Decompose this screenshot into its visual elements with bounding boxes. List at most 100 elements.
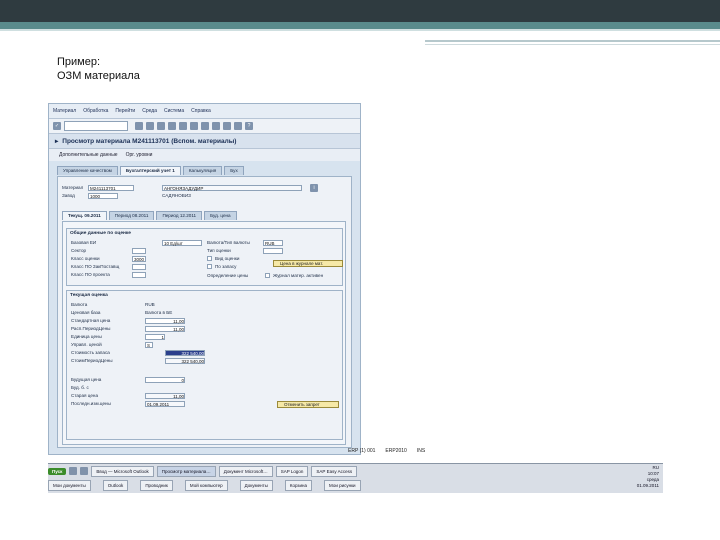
task-recycle-bin[interactable]: Корзина: [284, 479, 313, 491]
currency-field[interactable]: RUB: [263, 240, 283, 246]
taskbar-row-2: Мои документы Outlook Проводник Мой комп…: [48, 479, 361, 491]
plant-field[interactable]: 1000: [88, 193, 118, 199]
previous-price-field: 11,00: [145, 393, 185, 399]
back-icon[interactable]: [146, 122, 154, 130]
quick-launch-icon[interactable]: [80, 467, 89, 475]
tab-prev-year[interactable]: Период 12.2011: [156, 211, 203, 220]
next-page-icon[interactable]: [223, 122, 231, 130]
additional-data-button[interactable]: Дополнительные данные: [59, 152, 118, 158]
windows-taskbar: Пуск Ввод — Microsoft Outlook Просмотр м…: [48, 463, 663, 493]
material-field[interactable]: M241113701: [88, 185, 134, 191]
fp-label-3: Последн.изм.цены: [71, 401, 111, 406]
tab-prev-period[interactable]: Период 08.2011: [108, 211, 155, 220]
division-label: Сектор: [71, 248, 87, 253]
task-sap-material[interactable]: Просмотр материала…: [156, 465, 216, 477]
system-tray: RU 10:07 среда 01.09.2011: [637, 465, 659, 489]
status-ins: INS: [416, 447, 426, 454]
task-outlook[interactable]: Ввод — Microsoft Outlook: [91, 465, 154, 477]
current-valuation-group: Текущая оценка Валюта RUB Ценовая база В…: [66, 290, 343, 440]
screen-title: Просмотр материала M241113701 (Вспом. ма…: [62, 137, 237, 145]
last-price-change-field: 01.09.2011: [145, 401, 185, 407]
exit-icon[interactable]: [157, 122, 165, 130]
stock-value-field[interactable]: 322 540,00: [165, 350, 205, 356]
task-word[interactable]: Документ Microsoft…: [218, 465, 273, 477]
sap-menu-bar: Материал Обработка Перейти Среда Система…: [49, 104, 360, 119]
ml-price-button[interactable]: Цена в журнале мат.: [273, 260, 343, 267]
find-icon[interactable]: [190, 122, 198, 130]
valuation-class-field[interactable]: 3000: [132, 256, 146, 262]
tab-accounting-1[interactable]: Бухгалтерский учет 1: [119, 166, 181, 175]
menu-goto[interactable]: Перейти: [115, 108, 135, 114]
vc-sales-order-field[interactable]: [132, 264, 146, 270]
period-tabs: Текущ. 09.2011 Период 08.2011 Период 12.…: [62, 211, 237, 220]
cv-value-1: Валюта в БЕ: [145, 310, 173, 315]
view-tabs: Управление качеством Бухгалтерский учет …: [57, 166, 244, 175]
tab-costing[interactable]: Калькуляция: [182, 166, 223, 175]
vc-sales-order-label: Класс ПО ЗакПоставщ: [71, 264, 120, 269]
menu-environment[interactable]: Среда: [142, 108, 157, 114]
valuation-category-label: Вид оценки: [215, 256, 240, 261]
task-sap-easy-access[interactable]: SAP Easy Access: [311, 465, 358, 477]
command-field[interactable]: [64, 121, 128, 131]
sap-window: Материал Обработка Перейти Среда Система…: [48, 103, 361, 455]
cv-label-1: Ценовая база: [71, 310, 101, 315]
sap-status-bar: ERP (1) 001 ERP2010 INS: [348, 446, 673, 455]
task-explorer[interactable]: Проводник: [140, 479, 173, 491]
ml-active-checkbox[interactable]: [265, 273, 270, 278]
general-group-title: Общие данные по оценке: [70, 231, 131, 236]
menu-material[interactable]: Материал: [53, 108, 76, 114]
tray-date: 01.09.2011: [636, 483, 659, 488]
cv-label-3: Расп.ПериодЦены: [71, 326, 111, 331]
task-sap-logon[interactable]: SAP Logon: [275, 465, 309, 477]
valuation-type-field[interactable]: [263, 248, 283, 254]
valuation-category-checkbox[interactable]: [207, 256, 212, 261]
print-icon[interactable]: [179, 122, 187, 130]
task-my-documents[interactable]: Мои документы: [48, 479, 91, 491]
task-documents[interactable]: Документы: [239, 479, 273, 491]
title-icon: ▸: [55, 138, 59, 145]
task-my-pictures[interactable]: Мои рисунки: [324, 479, 361, 491]
current-group-title: Текущая оценка: [70, 293, 108, 298]
start-button[interactable]: Пуск: [48, 467, 67, 475]
slide-accent-stripe: [0, 22, 720, 29]
sap-standard-toolbar: ✓ ?: [49, 119, 360, 134]
first-page-icon[interactable]: [201, 122, 209, 130]
tab-more[interactable]: Бух: [224, 166, 244, 175]
standard-price-field[interactable]: 11,00: [145, 318, 185, 324]
periodic-price-field[interactable]: 11,00: [145, 326, 185, 332]
tab-future-price[interactable]: Буд. цена: [204, 211, 237, 220]
status-server: ERP2010: [385, 447, 407, 454]
future-price-field[interactable]: 0: [145, 377, 185, 383]
tab-quality[interactable]: Управление качеством: [57, 166, 118, 175]
period-content: Общие данные по оценке Базовая ЕИ 10 Ед/…: [62, 221, 346, 445]
last-page-icon[interactable]: [234, 122, 242, 130]
cancel-lock-button[interactable]: Отменить запрет: [277, 401, 339, 408]
task-outlook-2[interactable]: Outlook: [102, 479, 129, 491]
save-icon[interactable]: [135, 122, 143, 130]
menu-help[interactable]: Справка: [191, 108, 211, 114]
cv-label-4: Единица цены: [71, 334, 102, 339]
quick-launch-icon[interactable]: [69, 467, 78, 475]
task-my-computer[interactable]: Мой компьютер: [184, 479, 228, 491]
menu-system[interactable]: Система: [164, 108, 184, 114]
org-levels-button[interactable]: Орг. уровни: [126, 152, 153, 158]
vc-project-field[interactable]: [132, 272, 146, 278]
sap-application-toolbar: Дополнительные данные Орг. уровни: [49, 149, 360, 161]
base-uom-field[interactable]: 10 Ед/шт: [162, 240, 202, 246]
currency-label: Валюта/Тип валюты: [207, 240, 250, 245]
price-unit-field[interactable]: 1: [145, 334, 165, 340]
division-field[interactable]: [132, 248, 146, 254]
cancel-icon[interactable]: [168, 122, 176, 130]
cv-label-5: Управл. ценой: [71, 342, 102, 347]
enter-icon[interactable]: ✓: [53, 122, 61, 130]
tab-current-period[interactable]: Текущ. 09.2011: [62, 211, 107, 220]
help-icon[interactable]: ?: [245, 122, 253, 130]
menu-edit[interactable]: Обработка: [83, 108, 108, 114]
vc-project-label: Класс ПО проекта: [71, 272, 110, 277]
prev-page-icon[interactable]: [212, 122, 220, 130]
price-control-field[interactable]: S: [145, 342, 153, 348]
info-icon[interactable]: i: [310, 184, 318, 192]
by-stock-checkbox[interactable]: [207, 264, 212, 269]
by-stock-label: По запасу: [215, 264, 237, 269]
slide-text-line2: ОЗМ материала: [57, 70, 140, 82]
